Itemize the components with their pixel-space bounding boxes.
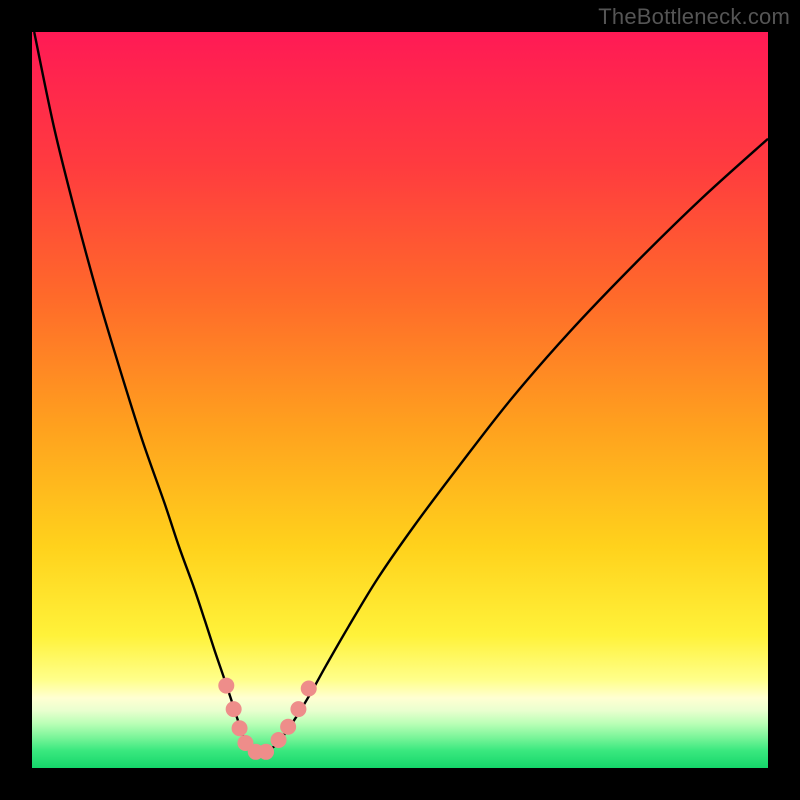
marker-dot bbox=[258, 744, 274, 760]
plot-area bbox=[32, 32, 768, 768]
marker-dot bbox=[218, 678, 234, 694]
chart-frame: TheBottleneck.com bbox=[0, 0, 800, 800]
marker-dot bbox=[271, 732, 287, 748]
curve-markers bbox=[218, 678, 316, 760]
watermark-text: TheBottleneck.com bbox=[598, 4, 790, 30]
marker-dot bbox=[301, 681, 317, 697]
marker-dot bbox=[290, 701, 306, 717]
curve-layer bbox=[32, 32, 768, 768]
marker-dot bbox=[280, 719, 296, 735]
marker-dot bbox=[226, 701, 242, 717]
bottleneck-curve bbox=[34, 32, 768, 753]
marker-dot bbox=[232, 720, 248, 736]
